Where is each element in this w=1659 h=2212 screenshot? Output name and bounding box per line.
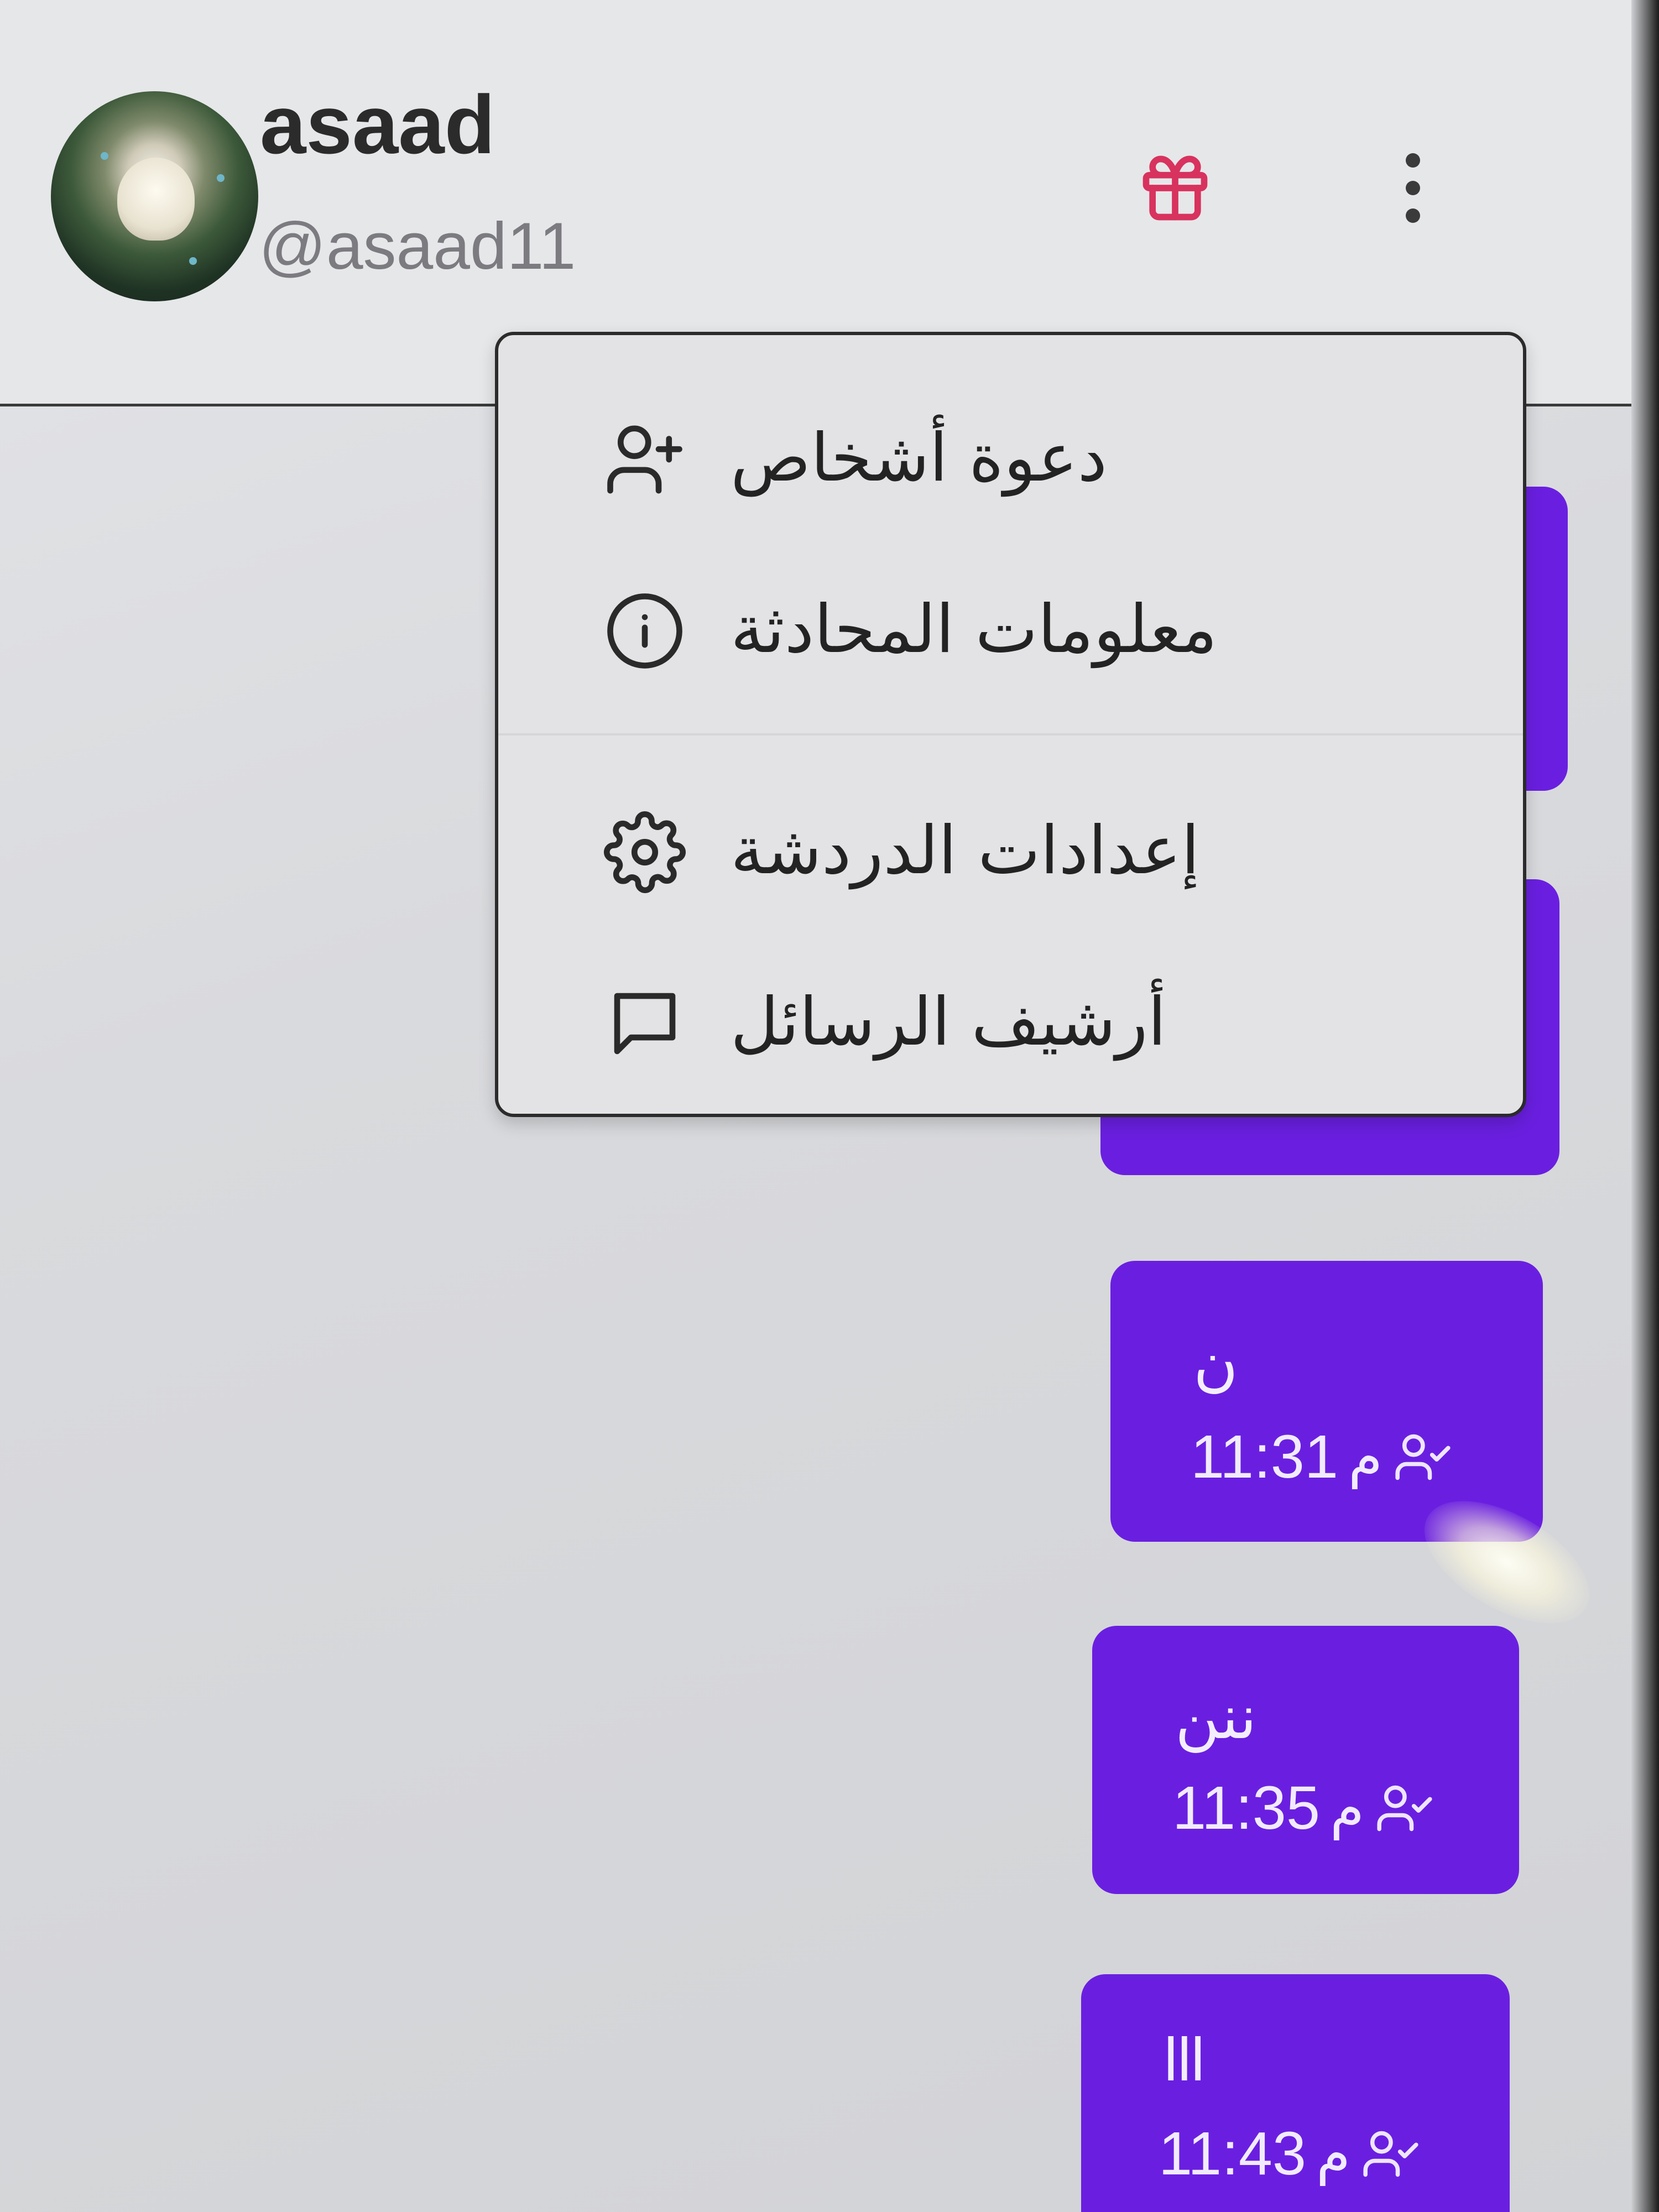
menu-item-label: أرشيف الرسائل (731, 984, 1166, 1061)
menu-item-chat-settings[interactable]: إعدادات الدردشة (498, 789, 1523, 899)
message-bubble[interactable]: lll 11:43 م (1081, 1974, 1510, 2212)
message-time-suffix: م (1316, 2121, 1351, 2186)
message-meta: 11:31 م (1191, 1421, 1453, 1493)
info-icon (607, 593, 682, 669)
message-time-suffix: م (1348, 1425, 1383, 1489)
message-text: ننن (1175, 1682, 1257, 1752)
users-check-icon (1377, 1785, 1432, 1832)
users-check-icon (1395, 1434, 1451, 1480)
gift-button[interactable] (1136, 149, 1214, 227)
menu-divider (498, 733, 1523, 735)
message-text: lll (1164, 2026, 1205, 2094)
menu-item-label: معلومات المحادثة (731, 591, 1218, 668)
menu-item-invite-people[interactable]: دعوة أشخاص (498, 396, 1523, 507)
message-time: 11:35 (1172, 1774, 1321, 1842)
user-handle: @asaad11 (259, 209, 576, 283)
chat-bubble-icon (614, 993, 676, 1055)
message-bubble[interactable]: ن 11:31 م (1110, 1261, 1543, 1542)
avatar-character (117, 158, 195, 241)
more-vertical-icon (1406, 153, 1420, 223)
menu-item-label: دعوة أشخاص (731, 420, 1108, 497)
avatar[interactable] (51, 91, 258, 301)
message-meta: 11:43 م (1159, 2118, 1421, 2190)
message-time: 11:31 (1191, 1423, 1339, 1491)
message-time: 11:43 (1159, 2120, 1307, 2188)
message-meta: 11:35 م (1172, 1772, 1435, 1844)
message-text: ن (1193, 1328, 1238, 1399)
avatar-sparkle (189, 257, 197, 265)
menu-item-message-archive[interactable]: أرشيف الرسائل (498, 960, 1523, 1071)
avatar-sparkle (217, 174, 225, 182)
message-time-suffix: م (1330, 1776, 1365, 1840)
options-menu: دعوة أشخاص معلومات المحادثة إعدادات الدر… (495, 332, 1526, 1117)
message-bubble[interactable]: ننن 11:35 م (1092, 1626, 1519, 1894)
device-edge (1631, 0, 1659, 2212)
menu-item-label: إعدادات الدردشة (731, 812, 1200, 889)
more-options-button[interactable] (1385, 149, 1441, 227)
user-display-name[interactable]: asaad (260, 83, 495, 166)
users-check-icon (1363, 2131, 1418, 2177)
gift-icon (1142, 155, 1208, 221)
menu-item-chat-info[interactable]: معلومات المحادثة (498, 567, 1523, 678)
gear-icon (603, 811, 686, 894)
avatar-sparkle (101, 152, 108, 160)
add-user-icon (607, 425, 682, 494)
